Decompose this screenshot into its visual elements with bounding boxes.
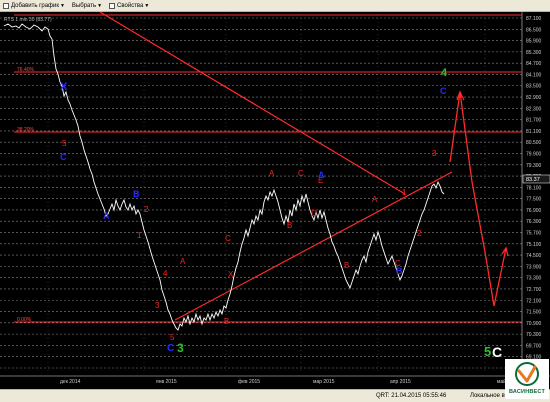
x-tick-label: дек 2014 — [60, 379, 81, 385]
y-tick-label: 69.700 — [526, 343, 542, 349]
last-price-label: 83.37 — [526, 177, 540, 183]
chevron-down-icon: ▼ — [59, 2, 65, 9]
wave-label: D — [311, 209, 317, 218]
y-tick-label: 74.500 — [526, 253, 542, 259]
wave-label: C — [167, 343, 174, 354]
properties-label: Свойства — [117, 2, 144, 9]
wave-label: X — [228, 270, 234, 279]
y-tick-label: 72.100 — [526, 298, 542, 304]
wave-label: 3 — [432, 149, 437, 158]
y-tick-label: 84.100 — [526, 72, 542, 78]
y-tick-label: 83.500 — [526, 84, 542, 90]
chart-legend: RTS 1 min 30 (83.77) — [4, 17, 52, 23]
wave-label: 3 — [155, 301, 160, 310]
wave-label: 2 — [417, 229, 422, 238]
wave-label: 1 — [402, 188, 407, 197]
add-chart-icon — [3, 2, 9, 9]
y-tick-label: 77.500 — [526, 197, 542, 203]
wave-label: 4 — [163, 269, 168, 278]
properties-icon — [109, 2, 116, 9]
wave-label: B — [287, 221, 292, 230]
y-tick-label: 70.300 — [526, 332, 542, 338]
wave-label: A — [103, 211, 110, 221]
descending-trendline — [99, 12, 406, 195]
chevron-down-icon: ▼ — [97, 2, 103, 9]
add-chart-label: Добавить график — [11, 2, 59, 9]
y-tick-label: 82.300 — [526, 106, 542, 112]
wave-label: B — [133, 189, 140, 199]
wave-label: B — [396, 266, 403, 276]
wave-label: C — [298, 169, 304, 178]
add-chart-button[interactable]: Добавить график ▼ — [3, 2, 65, 9]
y-tick-label: 80.500 — [526, 140, 542, 146]
chevron-down-icon: ▼ — [144, 2, 150, 9]
fib-level-label: 38.20% — [17, 127, 35, 133]
y-tick-label: 87.100 — [526, 16, 542, 22]
y-tick-label: 76.900 — [526, 208, 542, 214]
wave-label: A — [318, 170, 325, 180]
y-tick-label: 70.900 — [526, 321, 542, 327]
y-tick-label: 85.300 — [526, 50, 542, 56]
x-tick-label: апр 2015 — [390, 379, 411, 385]
price-series-line — [3, 23, 445, 331]
wave-label: 3 — [177, 341, 184, 355]
y-tick-label: 75.100 — [526, 242, 542, 248]
wave-label: A — [269, 169, 275, 178]
y-tick-label: 82.900 — [526, 95, 542, 101]
wave-label: 1 — [137, 231, 142, 240]
wave-label: A — [372, 195, 378, 204]
x-tick-label: фев 2015 — [238, 379, 260, 385]
y-tick-label: 81.700 — [526, 118, 542, 124]
logo-mark-icon — [515, 362, 539, 386]
y-tick-label: 73.300 — [526, 276, 542, 282]
y-tick-label: 71.500 — [526, 310, 542, 316]
select-label: Выбрать — [71, 2, 97, 9]
fib-level-label: 0.00% — [17, 317, 32, 323]
y-tick-label: 79.300 — [526, 163, 542, 169]
price-chart[interactable]: 87.100 86.500 85.900 85.300 84.700 84.100 83.5… — [0, 12, 550, 390]
x-tick-label: янв 2015 — [156, 379, 177, 385]
y-tick-label: 79.900 — [526, 151, 542, 157]
wave-label: B — [224, 317, 229, 326]
properties-button[interactable]: Свойства ▼ — [109, 2, 150, 9]
y-tick-label: 86.500 — [526, 27, 542, 33]
y-tick-label: 78.100 — [526, 185, 542, 191]
x-tick-label: мар 2015 — [313, 379, 335, 385]
y-tick-label: 75.700 — [526, 231, 542, 237]
chart-toolbar: Добавить график ▼ Выбрать ▼ Свойства ▼ — [0, 0, 550, 12]
wave-label: C — [225, 234, 231, 243]
wave-label: 5 — [62, 139, 67, 148]
wave-label: 5 — [170, 333, 175, 342]
wave-label: 5 — [484, 344, 491, 359]
wave-label: 4 — [441, 67, 448, 79]
y-tick-label: 73.900 — [526, 264, 542, 270]
brand-logo: ВАСИНВЕСТ — [505, 359, 549, 399]
status-bar: QRT: 21.04.2015 05:55:46 Локальное время — [0, 389, 550, 402]
logo-text: ВАСИНВЕСТ — [508, 389, 546, 395]
y-tick-label: 76.300 — [526, 219, 542, 225]
y-tick-label: 85.900 — [526, 39, 542, 45]
select-button[interactable]: Выбрать ▼ — [72, 3, 102, 9]
projection-path — [449, 91, 507, 307]
wave-label: C — [492, 344, 502, 360]
server-time: QRT: 21.04.2015 05:55:46 — [376, 393, 447, 399]
wave-label: C — [440, 86, 447, 96]
fib-level-label: 76.40% — [17, 67, 35, 73]
wave-label: C — [60, 152, 67, 162]
y-tick-label: 81.100 — [526, 129, 542, 135]
y-tick-label: 84.700 — [526, 61, 542, 67]
y-tick-label: 72.700 — [526, 287, 542, 293]
wave-label: 2 — [144, 205, 149, 214]
wave-label: A — [180, 257, 186, 266]
chart-area[interactable]: 87.100 86.500 85.900 85.300 84.700 84.100 83.5… — [0, 12, 550, 390]
wave-label: B — [344, 261, 349, 270]
wave-label: X — [60, 81, 68, 93]
ascending-trendline — [174, 171, 453, 321]
